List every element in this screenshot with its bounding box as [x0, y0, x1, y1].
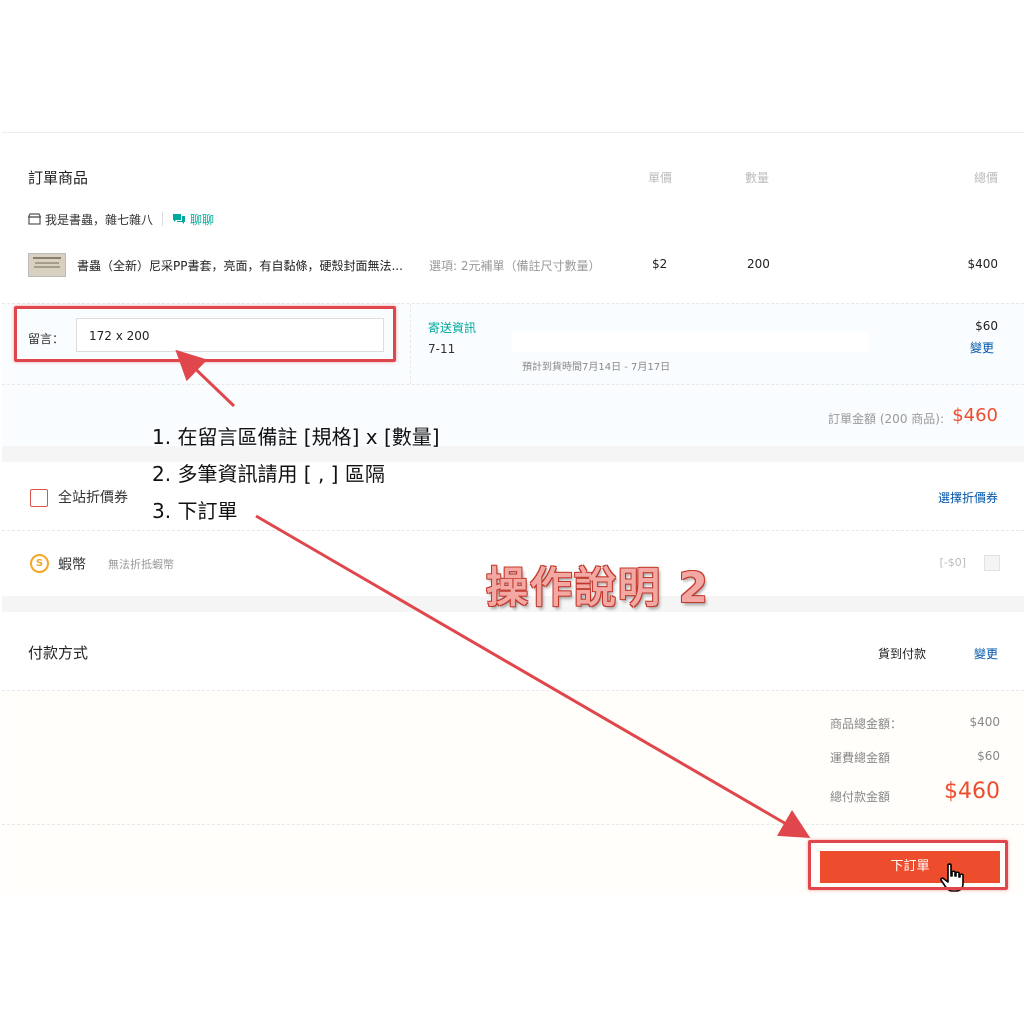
merch-total-value: $400 — [969, 715, 1000, 729]
shipping-total-value: $60 — [977, 749, 1000, 763]
shipping-fee: $60 — [975, 319, 998, 333]
order-section-title: 訂單商品 — [28, 169, 89, 187]
coins-value: [-$0] — [939, 556, 966, 569]
grand-total-value: $460 — [944, 779, 1000, 804]
shipping-change-link[interactable]: 變更 — [970, 339, 994, 356]
voucher-label: 全站折價券 — [58, 490, 128, 506]
shipping-total-label: 運費總金額 — [830, 751, 891, 765]
col-total: 總價 — [973, 171, 998, 185]
grand-total-label: 總付款金額 — [830, 790, 891, 804]
instruction-step-3: 3. 下訂單 — [152, 499, 238, 523]
product-name[interactable]: 書蟲（全新）尼采PP書套，亮面，有自黏條，硬殼封面無法... — [77, 257, 407, 274]
payment-summary: 商品總金額： $400 運費總金額 $60 總付款金額 $460 — [2, 690, 1024, 825]
payment-title: 付款方式 — [28, 644, 89, 662]
chat-link[interactable]: 聊聊 — [190, 211, 214, 228]
instruction-step-2: 2. 多筆資訊請用 [ , ] 區隔 — [152, 462, 385, 486]
coins-note: 無法折抵蝦幣 — [108, 558, 174, 571]
place-order-highlight-box — [808, 840, 1008, 890]
product-variation: 選項: 2元補單（備註尺寸數量） — [429, 259, 601, 273]
product-unit-price: $2 — [652, 257, 668, 271]
shipping-eta: 預計到貨時間7月14日 - 7月17日 — [522, 362, 671, 373]
coins-label: 蝦幣 — [58, 557, 86, 573]
shipping-method: 7-11 — [428, 342, 456, 356]
shipping-title: 寄送資訊 — [428, 321, 477, 335]
col-quantity: 數量 — [745, 171, 770, 185]
payment-change-link[interactable]: 變更 — [974, 645, 998, 662]
merch-total-label: 商品總金額： — [830, 717, 903, 731]
shop-row: 我是書蟲，雜七雜八 聊聊 — [28, 211, 214, 227]
coins-checkbox[interactable] — [984, 555, 1000, 571]
coin-icon: S — [30, 554, 49, 573]
shipping-address-redacted — [512, 332, 868, 352]
voucher-icon — [30, 489, 48, 507]
payment-method: 貨到付款 — [878, 647, 927, 661]
shop-name[interactable]: 我是書蟲，雜七雜八 — [45, 211, 153, 228]
product-quantity: 200 — [747, 257, 770, 271]
order-total-value: $460 — [952, 405, 998, 426]
col-unit-price: 單價 — [648, 171, 673, 185]
shop-icon — [28, 213, 41, 225]
product-total: $400 — [967, 257, 998, 271]
order-section: 訂單商品 單價 數量 總價 我是書蟲，雜七雜八 聊聊 書蟲（全新）尼采PP書套，… — [2, 132, 1024, 448]
instruction-step-1: 1. 在留言區備註 [規格] x [數量] — [152, 425, 440, 449]
order-total-label: 訂單金額 (200 商品): — [828, 412, 944, 426]
annotation-heading: 操作說明 2 — [486, 563, 710, 612]
select-voucher-link[interactable]: 選擇折價券 — [938, 489, 998, 506]
product-thumbnail[interactable] — [28, 253, 66, 277]
chat-icon[interactable] — [172, 213, 186, 225]
message-highlight-box — [14, 306, 396, 362]
